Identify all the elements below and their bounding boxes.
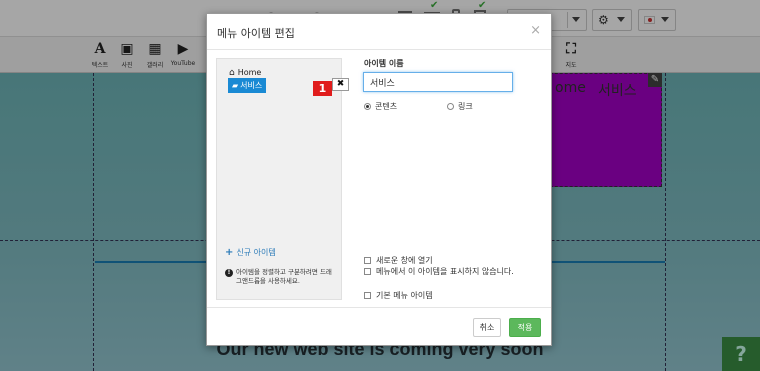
radio-link[interactable]: 링크 [447,101,473,112]
delete-item-button[interactable]: ✖ [332,78,349,91]
dialog-footer: 취소 적용 [207,307,551,345]
item-name-input[interactable] [363,72,513,92]
info-icon: ! [225,269,233,277]
menu-tree-panel: ⌂ Home ▰ 서비스 1 ✖ + 신규 아이템 ! 아이템을 정렬하고 구분하려면… [216,58,349,300]
tree-item-home[interactable]: ⌂ Home [229,68,261,78]
new-item-button[interactable]: + 신규 아이템 [225,247,276,258]
close-icon[interactable]: × [530,23,541,38]
new-item-label: 신규 아이템 [236,248,276,257]
tree-item-service[interactable]: ▰ 서비스 [228,78,267,93]
item-name-label: 아이템 이름 [364,59,404,68]
tree-item-label: 서비스 [240,81,263,90]
checkbox-label: 기본 메뉴 아이템 [376,291,433,300]
radio-label: 콘텐츠 [375,102,398,111]
radio-dot[interactable] [447,103,454,110]
radio-label: 링크 [458,102,473,111]
apply-button[interactable]: 적용 [509,318,541,337]
checkbox[interactable] [364,257,371,264]
checkbox-label: 새로운 창에 열기 [376,256,433,265]
checkbox-new-window[interactable]: 새로운 창에 열기 [364,255,544,266]
dialog-header: 메뉴 아이템 편집 × [207,14,551,50]
tree-item-label: Home [237,68,262,77]
folder-open-icon: ▰ [232,81,239,90]
annotation-badge: 1 [313,81,332,96]
checkbox[interactable] [364,268,371,275]
checkbox-hide-in-menu[interactable]: 메뉴에서 이 아이템을 표시하지 않습니다. [364,266,544,277]
hint-text: 아이템을 정렬하고 구분하려면 드래그앤드롭을 사용하세요. [236,268,332,285]
checkbox[interactable] [364,292,371,299]
dialog-title: 메뉴 아이템 편집 [217,27,295,40]
drag-hint: ! 아이템을 정렬하고 구분하려면 드래그앤드롭을 사용하세요. [225,268,337,286]
radio-dot[interactable] [364,103,371,110]
plus-icon: + [225,247,234,258]
radio-content[interactable]: 콘텐츠 [364,101,397,112]
cancel-button[interactable]: 취소 [473,318,501,337]
home-icon: ⌂ [229,68,235,78]
checkbox-default-item[interactable]: 기본 메뉴 아이템 [364,290,544,301]
checkbox-label: 메뉴에서 이 아이템을 표시하지 않습니다. [376,267,514,276]
edit-menu-item-dialog: 메뉴 아이템 편집 × ⌂ Home ▰ 서비스 1 ✖ + 신규 아이템 ! 아이템… [206,13,552,346]
